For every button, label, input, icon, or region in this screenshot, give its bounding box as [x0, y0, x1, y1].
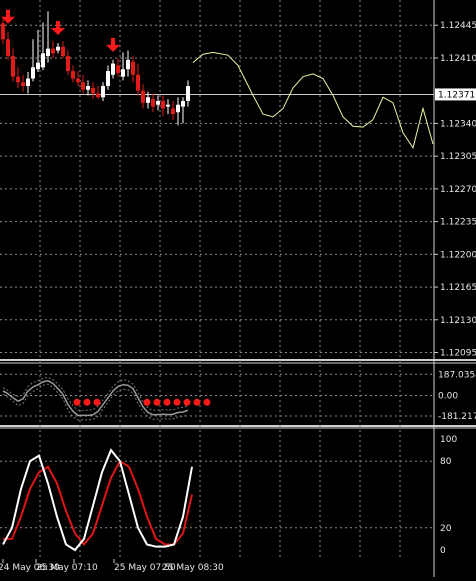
candle-body	[131, 61, 135, 75]
candle-body	[41, 53, 45, 68]
candle-body	[11, 56, 15, 77]
candle-body	[146, 97, 150, 103]
arrow-shaft	[111, 37, 115, 46]
candle-body	[56, 46, 60, 51]
candle-body	[6, 39, 10, 57]
candle-body	[96, 93, 100, 98]
cci-signal-dot	[173, 398, 181, 406]
arrow-shaft	[56, 21, 60, 30]
cci-signal-dot	[93, 398, 101, 406]
stoch-tick-label: 0	[440, 546, 446, 556]
candle-body	[166, 104, 170, 107]
arrow-head	[106, 44, 120, 52]
candle-body	[36, 62, 40, 70]
y-tick-label: 1.12235	[440, 218, 476, 228]
y-tick-label: 1.12270	[440, 185, 476, 195]
candle-body	[66, 56, 70, 72]
candle-body	[121, 69, 125, 77]
price-panel	[0, 9, 434, 149]
x-tick-label: 25 May 08:30	[162, 563, 224, 573]
candle-body	[141, 90, 145, 103]
y-tick-label: 1.12130	[440, 316, 476, 326]
cci-tick-label: -181.217	[438, 412, 476, 422]
candle-body	[101, 86, 105, 98]
x-tick-label: 25 May 07:10	[36, 563, 98, 573]
cci-signal-dot	[163, 398, 171, 406]
down-arrow-signal	[106, 37, 120, 52]
candle-body	[71, 71, 75, 79]
candle-body	[1, 23, 5, 40]
cci-signal-dot	[143, 398, 151, 406]
arrow-head	[51, 28, 65, 36]
y-tick-label: 1.12305	[440, 152, 476, 162]
y-tick-label: 1.12165	[440, 283, 476, 293]
cci-signal-dot	[73, 398, 81, 406]
candle-body	[151, 99, 155, 107]
cci-signal-dot	[183, 398, 191, 406]
candle-body	[111, 63, 115, 75]
candle-body	[61, 46, 65, 57]
cci-panel	[2, 376, 211, 421]
candle-body	[181, 100, 185, 107]
candle-body	[16, 76, 20, 83]
price-axis: 1.12445 1.12410 1.12340 1.12305 1.12270 1.122…	[434, 21, 476, 556]
y-tick-label: 1.12340	[440, 119, 476, 129]
time-axis: 24 May 06:3025 May 07:10 25 May 07:5025 M…	[0, 559, 224, 573]
y-tick-label: 1.12410	[440, 54, 476, 64]
stoch-main-line	[2, 448, 193, 552]
y-tick-label: 1.12200	[440, 250, 476, 260]
current-price-label: 1.12371	[438, 90, 475, 100]
stoch-tick-label: 100	[440, 435, 457, 445]
down-arrow-signal	[51, 21, 65, 36]
stoch-signal-line	[3, 459, 193, 547]
stochastic-panel	[2, 448, 193, 552]
candle-body	[176, 104, 180, 113]
candle-body	[81, 82, 85, 90]
candle-body	[46, 48, 50, 57]
candle-body	[21, 82, 25, 87]
candle-body	[116, 65, 120, 73]
y-tick-label: 1.12095	[440, 349, 476, 359]
stoch-tick-label: 20	[440, 524, 452, 534]
arrow-shaft	[6, 9, 10, 18]
candle-body	[76, 78, 80, 83]
candle-body	[136, 74, 140, 91]
trading-chart: 1.12445 1.12410 1.12340 1.12305 1.12270 1.122…	[0, 0, 476, 577]
projection-line	[192, 51, 434, 149]
candle-body	[91, 87, 95, 94]
candle-body	[31, 67, 35, 79]
candle-body	[86, 86, 90, 90]
candle-body	[26, 78, 30, 87]
cci-tick-label: 187.0354	[438, 370, 476, 380]
cci-tick-label: 0.00	[438, 392, 458, 402]
stoch-tick-label: 80	[440, 457, 452, 467]
candle-body	[106, 71, 110, 87]
cci-signal-dot	[153, 398, 161, 406]
cci-signal-dot	[193, 398, 201, 406]
grid	[0, 0, 476, 577]
y-tick-label: 1.12445	[440, 21, 476, 31]
candle-body	[186, 86, 190, 101]
candle-body	[156, 100, 160, 105]
chart-root: 1.12445 1.12410 1.12340 1.12305 1.12270 1.122…	[0, 0, 476, 577]
candle-body	[161, 100, 165, 109]
cci-signal-dot	[203, 398, 211, 406]
candle-body	[126, 59, 130, 70]
candle-body	[171, 108, 175, 115]
candle-body	[51, 48, 55, 54]
cci-signal-dot	[83, 398, 91, 406]
